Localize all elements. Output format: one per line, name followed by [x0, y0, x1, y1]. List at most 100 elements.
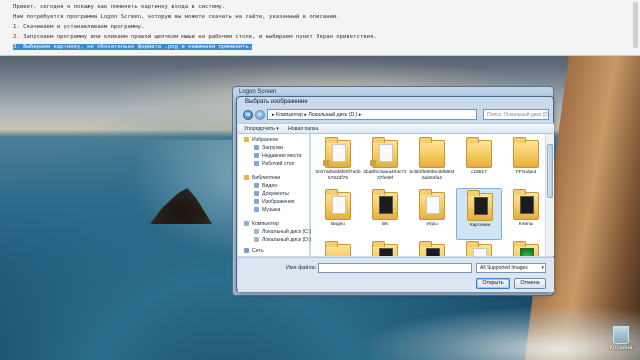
folder-icon: [513, 137, 539, 168]
drive-icon: [254, 229, 259, 235]
doc-scrollbar[interactable]: [633, 2, 638, 48]
navigation-pane: Избранное Загрузки Недавние места Рабочи…: [238, 134, 311, 256]
file-item[interactable]: c18817: [456, 136, 502, 188]
nav-recent[interactable]: Недавние места: [254, 152, 302, 160]
folder-preview: [332, 196, 346, 214]
file-name: Видео: [330, 222, 345, 227]
nav-desktop-label: Рабочий стол: [262, 161, 295, 167]
lock-icon: [323, 160, 329, 166]
file-item[interactable]: Картинки: [456, 188, 502, 240]
scrollbar-thumb[interactable]: [547, 144, 553, 198]
downloads-icon: [254, 145, 259, 151]
file-name: Клипы: [518, 222, 534, 227]
address-bar-row: ◂ ▸ ▸ Компьютер ▸ Локальный диск (D:) ▸ …: [241, 109, 551, 121]
music-icon: [254, 207, 259, 213]
doc-line-1: Привет, сегодня я покажу как поменять ка…: [13, 4, 226, 10]
text-document[interactable]: Привет, сегодня я покажу как поменять ка…: [0, 0, 640, 56]
folder-icon: [372, 189, 398, 220]
nav-music[interactable]: Музыка: [254, 206, 280, 214]
open-button[interactable]: Открыть: [476, 278, 510, 289]
folder-icon: [466, 137, 492, 168]
surf-foam: [360, 305, 640, 360]
file-item[interactable]: [362, 240, 408, 256]
file-name: bc5b0fe80be45f58045ab84fa2: [409, 170, 455, 181]
file-name: Картинки: [469, 223, 491, 228]
folder-icon: [513, 241, 539, 256]
file-item[interactable]: [456, 240, 502, 256]
nav-desktop[interactable]: Рабочий стол: [254, 160, 295, 168]
nav-video[interactable]: Видео: [254, 182, 277, 190]
forward-icon[interactable]: ▸: [255, 110, 265, 120]
nav-favorites[interactable]: Избранное: [244, 136, 278, 144]
folder-icon: [467, 190, 493, 221]
file-item[interactable]: FFOutput: [503, 136, 545, 188]
nav-libraries-label: Библиотеки: [252, 175, 281, 181]
file-name: FFOutput: [515, 170, 537, 175]
folder-preview: [426, 248, 440, 256]
nav-disk-d[interactable]: Локальный диск (D:): [254, 236, 311, 244]
organize-button[interactable]: Упорядочить ▾: [244, 126, 279, 132]
file-item[interactable]: Игры: [409, 188, 455, 240]
nav-network[interactable]: Сеть: [244, 247, 264, 255]
nav-images-label: Изображения: [262, 199, 295, 205]
folder-icon: [325, 241, 351, 256]
filter-value: All Supported Images: [480, 265, 528, 271]
file-item[interactable]: [503, 240, 545, 256]
recycle-bin[interactable]: Корзина: [606, 326, 636, 351]
folder-icon: [372, 241, 398, 256]
images-icon: [254, 199, 259, 205]
address-field[interactable]: ▸ Компьютер ▸ Локальный диск (D:) ▸: [267, 109, 477, 120]
folder-icon: [419, 241, 445, 256]
folder-icon: [419, 137, 445, 168]
computer-icon: [244, 221, 249, 227]
nav-documents[interactable]: Документы: [254, 190, 289, 198]
nav-downloads[interactable]: Загрузки: [254, 144, 283, 152]
folder-preview: [379, 248, 393, 256]
file-name: Игры: [426, 222, 438, 227]
filename-input[interactable]: [318, 263, 472, 273]
file-item[interactable]: Видео: [315, 188, 361, 240]
dialog-title: Выбрать изображение: [245, 99, 308, 105]
nav-disk-c[interactable]: Локальный диск (C:): [254, 228, 311, 236]
file-item[interactable]: 2ba8f2c6aea404c7137fe69f: [362, 136, 408, 188]
new-folder-button[interactable]: Новая папка: [288, 126, 318, 132]
doc-line-4: 2. Запускаем программу или кликаем право…: [13, 34, 377, 40]
dialog-toolbar: Упорядочить ▾ Новая папка: [238, 123, 554, 134]
file-item[interactable]: [409, 240, 455, 256]
file-name: ВК: [382, 222, 388, 227]
folder-preview: [332, 144, 346, 162]
nav-disk-c-label: Локальный диск (C:): [262, 229, 312, 235]
open-image-dialog[interactable]: Выбрать изображение ◂ ▸ ▸ Компьютер ▸ Ло…: [236, 96, 554, 292]
chevron-down-icon: ▾: [541, 265, 544, 271]
doc-line-5-selected: 3. Выбираем картинку, не обязательно фор…: [13, 42, 627, 52]
folder-icon: [419, 189, 445, 220]
search-input[interactable]: Поиск: Локальный диск (D:): [483, 109, 549, 120]
file-list-scrollbar[interactable]: [545, 134, 554, 256]
doc-line-2: Нам потребуется программа Logon Screen, …: [13, 14, 340, 20]
folder-preview: [473, 248, 487, 256]
nav-computer[interactable]: Компьютер: [244, 220, 279, 228]
file-item[interactable]: ВК: [362, 188, 408, 240]
video-icon: [254, 183, 259, 189]
star-icon: [244, 137, 249, 143]
file-item[interactable]: [315, 240, 361, 256]
file-type-filter[interactable]: All Supported Images ▾: [476, 263, 546, 273]
nav-images[interactable]: Изображения: [254, 198, 295, 206]
file-item[interactable]: 0c07a65dd8fe0f7a0b5782df76: [315, 136, 361, 188]
documents-icon: [254, 191, 259, 197]
file-item[interactable]: bc5b0fe80be45f58045ab84fa2: [409, 136, 455, 188]
file-item[interactable]: Клипы: [503, 188, 545, 240]
folder-preview: [426, 196, 440, 214]
nav-libraries[interactable]: Библиотеки: [244, 174, 280, 182]
folder-icon: [513, 189, 539, 220]
folder-preview: [520, 248, 534, 256]
desktop-icon: [254, 161, 259, 167]
doc-line-3: 1. Скачиваем и устанавливаем программу.: [13, 24, 145, 30]
nav-computer-label: Компьютер: [252, 221, 279, 227]
nav-network-label: Сеть: [252, 248, 264, 254]
doc-selection: 3. Выбираем картинку, не обязательно фор…: [13, 44, 253, 50]
nav-music-label: Музыка: [262, 207, 281, 213]
recent-icon: [254, 153, 259, 159]
cancel-button[interactable]: Отмена: [514, 278, 546, 289]
back-icon[interactable]: ◂: [243, 110, 253, 120]
